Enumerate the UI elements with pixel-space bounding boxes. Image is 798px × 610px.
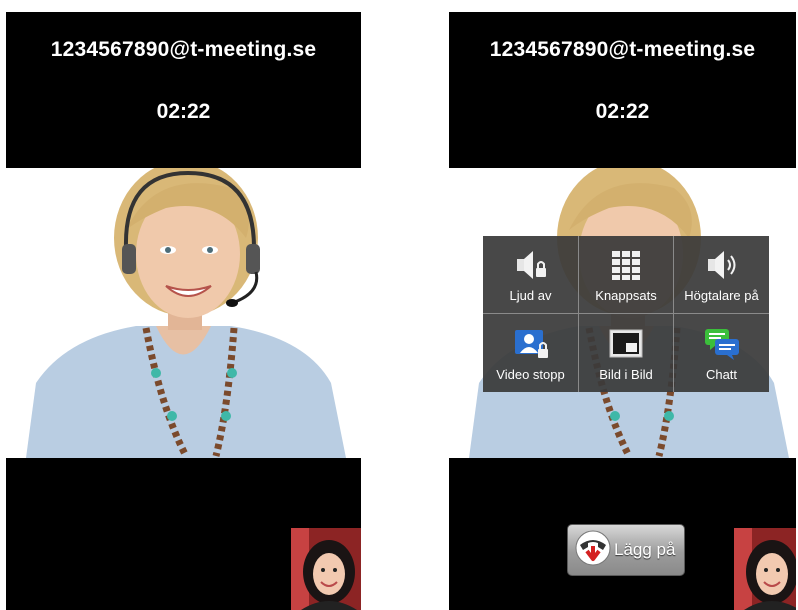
call-header: 1234567890@t-meeting.se 02:22 bbox=[449, 12, 796, 168]
speaker-on-icon bbox=[702, 248, 742, 282]
call-timer: 02:22 bbox=[595, 100, 650, 123]
call-quick-menu: Ljud av Knappsats Högtalare på Video sto… bbox=[483, 236, 769, 392]
speaker-label: Högtalare på bbox=[684, 288, 759, 303]
call-header: 1234567890@t-meeting.se 02:22 bbox=[6, 12, 361, 168]
call-timer: 02:22 bbox=[156, 100, 211, 123]
self-view-frame bbox=[734, 528, 796, 610]
call-controls-area bbox=[6, 458, 361, 610]
chat-bubbles-icon bbox=[702, 327, 742, 361]
picture-in-picture-button[interactable]: Bild i Bild bbox=[579, 314, 674, 392]
self-view-thumbnail[interactable] bbox=[291, 528, 361, 610]
hangup-button[interactable]: Lägg på bbox=[567, 524, 685, 576]
chat-button[interactable]: Chatt bbox=[674, 314, 769, 392]
remote-video-frame bbox=[6, 168, 361, 458]
remote-address: 1234567890@t-meeting.se bbox=[50, 38, 317, 61]
remote-address: 1234567890@t-meeting.se bbox=[489, 38, 756, 61]
picture-in-picture-label: Bild i Bild bbox=[599, 367, 653, 382]
keypad-label: Knappsats bbox=[595, 288, 657, 303]
call-screen-left: 1234567890@t-meeting.se 02:22 bbox=[6, 12, 361, 610]
chat-label: Chatt bbox=[705, 367, 738, 382]
mute-button[interactable]: Ljud av bbox=[483, 236, 579, 314]
video-stop-contact-icon bbox=[511, 327, 551, 361]
keypad-button[interactable]: Knappsats bbox=[579, 236, 674, 314]
video-stop-button[interactable]: Video stopp bbox=[483, 314, 579, 392]
call-screen-right: 1234567890@t-meeting.se 02:22 Ljud av Kn… bbox=[449, 12, 796, 610]
speaker-button[interactable]: Högtalare på bbox=[674, 236, 769, 314]
remote-video[interactable] bbox=[6, 168, 361, 458]
hangup-label: Lägg på bbox=[614, 540, 676, 559]
mute-speaker-lock-icon bbox=[511, 248, 551, 282]
mute-label: Ljud av bbox=[509, 288, 552, 303]
video-stop-label: Video stopp bbox=[496, 367, 565, 382]
self-view-frame bbox=[291, 528, 361, 610]
self-view-thumbnail[interactable] bbox=[734, 528, 796, 610]
keypad-icon bbox=[606, 248, 646, 282]
hangup-phone-icon bbox=[574, 529, 612, 572]
picture-in-picture-icon bbox=[606, 327, 646, 361]
